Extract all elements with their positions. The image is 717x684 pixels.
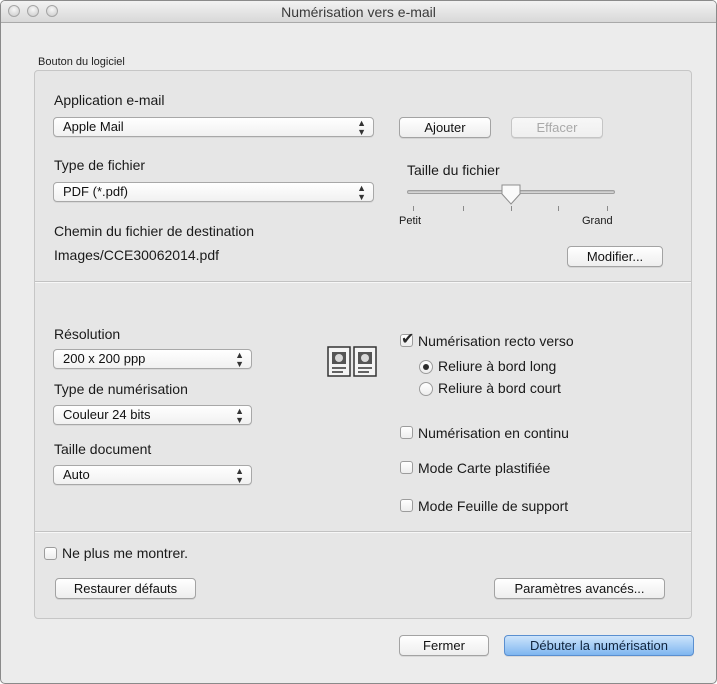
- radio-selected-dot: [423, 364, 429, 370]
- title-bar[interactable]: Numérisation vers e-mail: [1, 1, 716, 23]
- file-type-select[interactable]: PDF (*.pdf) ▲ ▼: [53, 182, 374, 202]
- continuous-label: Numérisation en continu: [418, 425, 569, 441]
- resolution-value: 200 x 200 ppp: [63, 351, 146, 366]
- group-box: [34, 70, 692, 619]
- start-scan-button[interactable]: Débuter la numérisation: [504, 635, 694, 656]
- add-button[interactable]: Ajouter: [399, 117, 491, 138]
- modify-button[interactable]: Modifier...: [567, 246, 663, 267]
- section-divider: [35, 531, 691, 533]
- restore-defaults-button[interactable]: Restaurer défauts: [55, 578, 196, 599]
- advanced-settings-button[interactable]: Paramètres avancés...: [494, 578, 665, 599]
- up-down-chevron-icon: ▲ ▼: [357, 118, 366, 137]
- up-down-chevron-icon: ▲ ▼: [357, 183, 366, 202]
- file-size-slider-thumb[interactable]: [500, 184, 522, 206]
- destination-label: Chemin du fichier de destination: [54, 223, 255, 239]
- resolution-select[interactable]: 200 x 200 ppp ▲ ▼: [53, 349, 252, 369]
- scan-type-value: Couleur 24 bits: [63, 407, 151, 422]
- dont-show-label: Ne plus me montrer.: [62, 545, 189, 561]
- destination-path: Images/CCE30062014.pdf: [54, 247, 219, 263]
- checkmark-icon: ✔: [401, 329, 415, 348]
- scan-type-label: Type de numérisation: [54, 381, 188, 397]
- close-button[interactable]: Fermer: [399, 635, 489, 656]
- long-edge-radio[interactable]: [419, 360, 433, 374]
- slider-tick: [463, 206, 464, 211]
- doc-size-value: Auto: [63, 467, 90, 482]
- duplex-scan-icon: [327, 346, 377, 377]
- plastic-card-label: Mode Carte plastifiée: [418, 460, 551, 476]
- short-edge-radio[interactable]: [419, 382, 433, 396]
- slider-tick: [558, 206, 559, 211]
- slider-max-label: Grand: [582, 215, 613, 227]
- long-edge-label: Reliure à bord long: [438, 358, 557, 374]
- up-down-chevron-icon: ▲ ▼: [235, 466, 244, 485]
- email-app-select[interactable]: Apple Mail ▲ ▼: [53, 117, 374, 137]
- window-title: Numérisation vers e-mail: [281, 4, 436, 20]
- continuous-checkbox[interactable]: [400, 426, 413, 439]
- email-app-label: Application e-mail: [54, 92, 165, 108]
- carrier-sheet-checkbox[interactable]: [400, 499, 413, 512]
- slider-tick: [607, 206, 608, 211]
- plastic-card-checkbox[interactable]: [400, 461, 413, 474]
- carrier-sheet-label: Mode Feuille de support: [418, 498, 569, 514]
- dialog-window: Numérisation vers e-mail Bouton du logic…: [0, 0, 717, 684]
- doc-size-label: Taille document: [54, 441, 152, 457]
- duplex-label: Numérisation recto verso: [418, 333, 574, 349]
- section-divider: [35, 281, 691, 283]
- short-edge-label: Reliure à bord court: [438, 380, 561, 396]
- slider-tick: [511, 206, 512, 211]
- doc-size-select[interactable]: Auto ▲ ▼: [53, 465, 252, 485]
- slider-tick: [413, 206, 414, 211]
- scan-type-select[interactable]: Couleur 24 bits ▲ ▼: [53, 405, 252, 425]
- group-label: Bouton du logiciel: [38, 56, 125, 68]
- delete-button[interactable]: Effacer: [511, 117, 603, 138]
- email-app-value: Apple Mail: [63, 119, 124, 134]
- duplex-checkbox[interactable]: ✔: [400, 329, 414, 348]
- slider-min-label: Petit: [399, 215, 422, 227]
- file-type-label: Type de fichier: [54, 157, 146, 173]
- dont-show-checkbox[interactable]: [44, 547, 57, 560]
- file-size-label: Taille du fichier: [407, 162, 500, 178]
- file-type-value: PDF (*.pdf): [63, 184, 129, 199]
- resolution-label: Résolution: [54, 326, 121, 342]
- up-down-chevron-icon: ▲ ▼: [235, 406, 244, 425]
- up-down-chevron-icon: ▲ ▼: [235, 350, 244, 369]
